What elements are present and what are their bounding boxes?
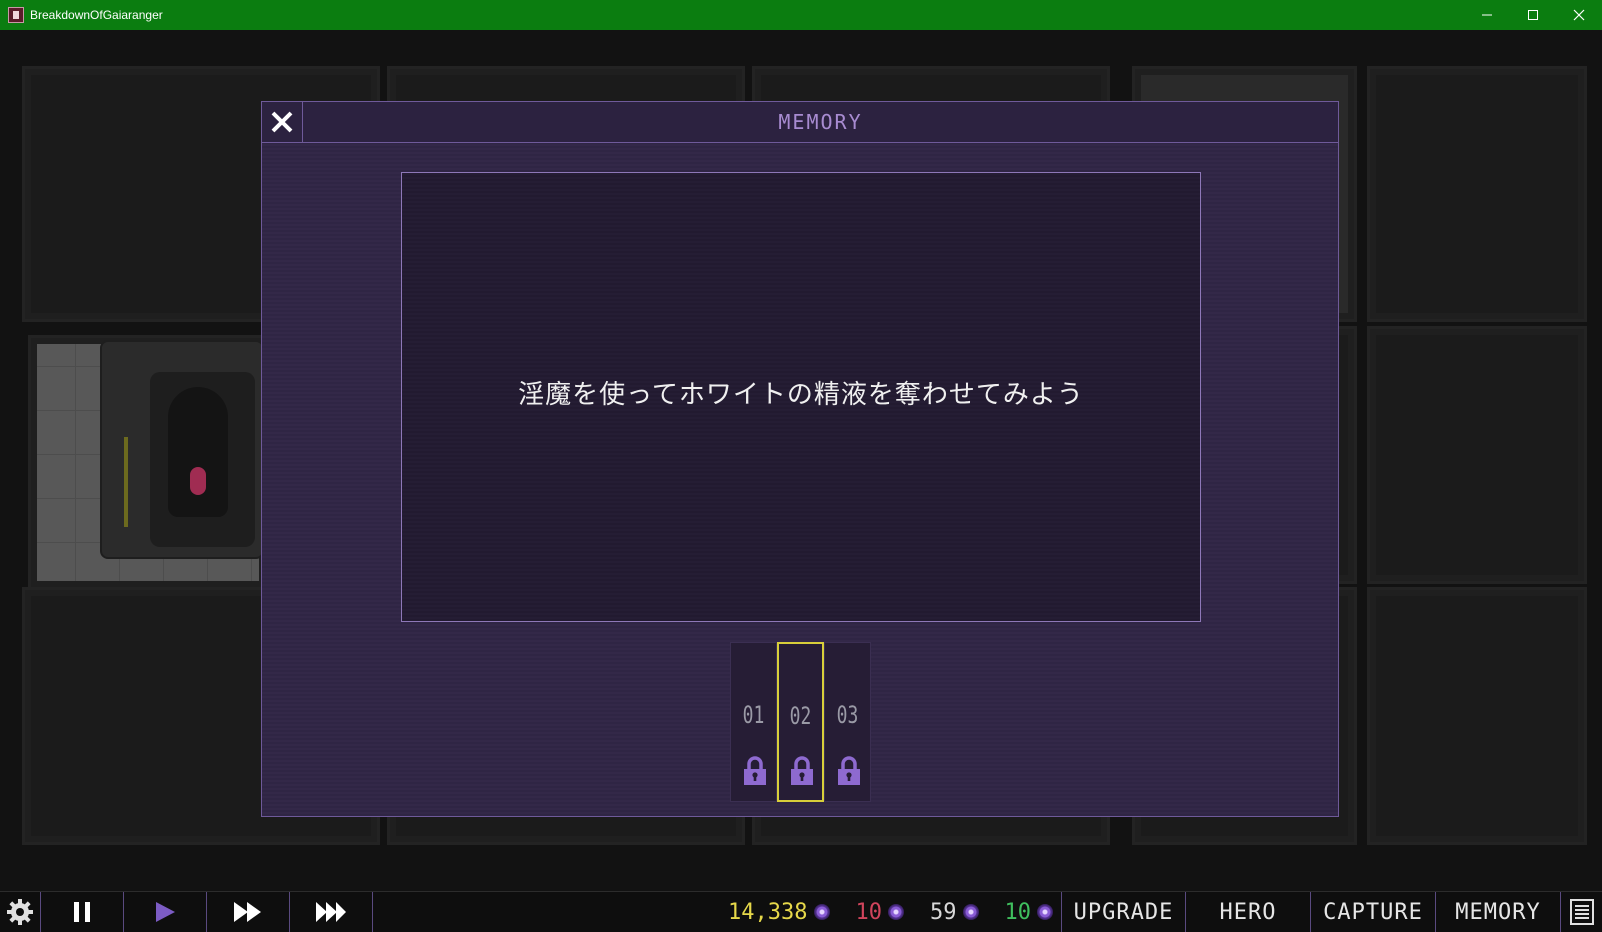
room[interactable] (1367, 326, 1587, 584)
gear-icon (7, 899, 33, 925)
scene-text: 淫魔を使ってホワイトの精液を奪わせてみよう (518, 379, 1084, 410)
fast-forward-button[interactable] (207, 892, 290, 932)
minimize-button[interactable] (1464, 0, 1510, 30)
maximize-button[interactable] (1510, 0, 1556, 30)
resource-value: 14,338 (728, 899, 808, 925)
memory-slot-01[interactable]: 01 (730, 642, 777, 802)
resource-value: 10 (1004, 899, 1032, 925)
resource-value: 59 (930, 899, 957, 925)
maximize-icon (1528, 10, 1538, 20)
lock-icon (838, 756, 860, 785)
lock-icon (744, 756, 766, 785)
orb-icon (813, 904, 830, 920)
pause-button[interactable] (41, 892, 124, 932)
memory-modal: MEMORY 淫魔を使ってホワイトの精液を奪わせてみよう 01 02 03 (261, 101, 1339, 817)
close-icon (1573, 9, 1585, 21)
list-icon (1569, 899, 1594, 925)
slot-number: 02 (789, 702, 812, 730)
modal-header: MEMORY (262, 102, 1338, 143)
memory-scene-preview: 淫魔を使ってホワイトの精液を奪わせてみよう (401, 172, 1201, 622)
settings-button[interactable] (0, 892, 41, 932)
play-icon (156, 902, 175, 922)
room[interactable] (1367, 66, 1587, 322)
orb-icon (962, 904, 979, 920)
window-title: BreakdownOfGaiaranger (30, 8, 163, 22)
pause-icon (74, 902, 90, 922)
log-button[interactable] (1561, 892, 1602, 932)
slot-number: 01 (742, 701, 765, 729)
resource-counters: 14,338 10 59 10 (373, 892, 1061, 932)
orb-icon (1037, 904, 1053, 920)
lock-icon (791, 756, 813, 785)
minimize-icon (1482, 14, 1492, 16)
play-speed-button[interactable] (124, 892, 207, 932)
memory-slots: 01 02 03 (730, 642, 871, 802)
upgrade-button[interactable]: UPGRADE (1061, 892, 1186, 932)
capture-pod (100, 340, 264, 559)
modal-close-button[interactable] (262, 102, 303, 142)
resource-value: 10 (855, 899, 883, 925)
fastest-forward-button[interactable] (290, 892, 373, 932)
close-icon (271, 111, 293, 133)
capture-button[interactable]: CAPTURE (1311, 892, 1436, 932)
app-icon (8, 7, 24, 23)
resource-red: 10 (855, 899, 904, 925)
memory-button[interactable]: MEMORY (1436, 892, 1561, 932)
slot-number: 03 (836, 701, 859, 729)
bottom-toolbar: 14,338 10 59 10 UPGRADE HERO CAPTURE MEM… (0, 891, 1602, 932)
resource-gold: 14,338 (728, 899, 830, 925)
room[interactable] (1367, 587, 1587, 845)
resource-white: 59 (930, 900, 979, 925)
resource-green: 10 (1004, 899, 1053, 925)
fast-forward-icon (234, 902, 261, 922)
window-close-button[interactable] (1556, 0, 1602, 30)
memory-slot-02[interactable]: 02 (777, 642, 824, 802)
memory-slot-03[interactable]: 03 (824, 642, 871, 802)
window-titlebar: BreakdownOfGaiaranger (0, 0, 1602, 30)
orb-icon (888, 904, 904, 920)
hero-button[interactable]: HERO (1186, 892, 1311, 932)
modal-title: MEMORY (778, 110, 863, 134)
fastest-forward-icon (316, 902, 346, 922)
